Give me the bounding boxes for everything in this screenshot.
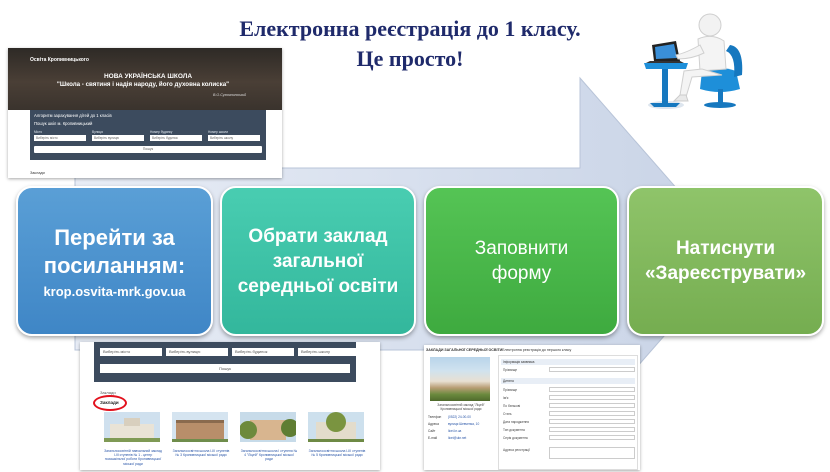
school-photo (172, 412, 228, 442)
hero-quote: "Школа - святиня і надія народу, його ду… (56, 81, 230, 88)
website-screenshot-home: Освіта Кропивницького НОВА УКРАЇНСЬКА ШК… (8, 48, 282, 178)
form-input[interactable] (549, 403, 635, 408)
info-label: Телефон (428, 415, 442, 419)
form-section-child: Дитина (501, 378, 635, 384)
school-photo (430, 357, 490, 401)
step-3-fill-form: Заповнити форму (424, 186, 619, 336)
info-value: (0522) 24-00-00 (448, 415, 471, 419)
step-1-url-link[interactable]: krop.osvita-mrk.gov.ua (43, 284, 185, 299)
school-section-header: ЗАКЛАДИ ЗАГАЛЬНОЇ СЕРЕДНЬОЇ ОСВІТИ (426, 348, 503, 352)
title-line-1: Електронна реєстрація до 1 класу. (239, 16, 581, 41)
search-button[interactable]: Пошук (34, 146, 262, 153)
school-card[interactable]: Загальноосвітня школа І-ІІІ ступенів № 3… (172, 412, 230, 457)
school-card[interactable]: Загальноосвітня школа І-ІІІ ступенів № 5… (308, 412, 366, 457)
form-section-applicant: Інформація заявника (501, 359, 635, 365)
street-select[interactable]: Виберіть вулицю (92, 135, 144, 141)
school-name[interactable]: Загальноосвітня школа І-ІІІ ступенів № 3… (172, 449, 230, 457)
form-label: Адреса реєстрації (503, 448, 530, 452)
site-name[interactable]: Освіта Кропивницького (30, 57, 89, 63)
website-screenshot-schools: Виберіть місто Виберіть вулицю Виберіть … (80, 342, 380, 470)
school-name[interactable]: Загальноосвітній навчальний заклад І-ІІІ… (104, 449, 162, 466)
form-select[interactable] (549, 427, 635, 432)
form-input[interactable] (549, 387, 635, 392)
school-select[interactable]: Виберіть школу (208, 135, 260, 141)
school-filter-label: Номер школи (208, 130, 229, 134)
hero-banner: Освіта Кропивницького НОВА УКРАЇНСЬКА ШК… (8, 48, 282, 110)
hero-title: НОВА УКРАЇНСЬКА ШКОЛА (103, 73, 193, 80)
info-label: Адреса (428, 422, 439, 426)
step-3-title: Заповнити форму (474, 238, 569, 284)
house-select[interactable]: Виберіть будинок (232, 348, 294, 356)
panel-header[interactable]: Алгоритм зарахування дітей до 1 класів (34, 113, 112, 118)
highlight-circle (93, 395, 127, 411)
info-value[interactable]: licei.kr.ua (448, 429, 461, 433)
website-screenshot-form: ЗАКЛАДИ ЗАГАЛЬНОЇ СЕРЕДНЬОЇ ОСВІТИ Елект… (424, 345, 640, 470)
form-label: Прізвище (503, 388, 518, 392)
step-4-press-register: Натиснути «Зареєструвати» (627, 186, 824, 336)
institutions-label: Заклади (30, 171, 45, 175)
house-filter-label: Номер будинку (150, 130, 173, 134)
form-label: По батькові (503, 404, 521, 408)
form-label: Прізвище (503, 368, 518, 372)
info-value: вулиця Шевченка, 10 (448, 422, 480, 426)
registration-form: Інформація заявника Прізвище Дитина Пріз… (498, 355, 638, 470)
panel-subheader: Пошук шкіл м. Кропивницький (34, 121, 93, 126)
form-select[interactable] (549, 411, 635, 416)
form-input[interactable] (549, 367, 635, 372)
school-name[interactable]: Загальноосвітня школа І ступеня № 4 "Ліц… (240, 449, 298, 462)
hero-signature: В.О.Сухомлинський (213, 93, 247, 97)
step-4-title-line-1: Натиснути (675, 238, 776, 259)
step-1-title-line-2: посиланням: (43, 252, 186, 278)
step-1-follow-link: Перейти за посиланням: krop.osvita-mrk.g… (16, 186, 213, 336)
school-photo (308, 412, 364, 442)
school-search-panel: Алгоритм зарахування дітей до 1 класів П… (30, 110, 266, 160)
house-select[interactable]: Виберіть будинок (150, 135, 202, 141)
form-textarea[interactable] (549, 447, 635, 459)
school-name[interactable]: Загальноосвітня школа І-ІІІ ступенів № 5… (308, 449, 366, 457)
form-input[interactable] (549, 435, 635, 440)
step-1-title-line-1: Перейти за (54, 224, 175, 250)
city-filter-label: Місто (34, 130, 43, 134)
search-button[interactable]: Пошук (100, 364, 350, 373)
school-search-panel: Виберіть місто Виберіть вулицю Виберіть … (94, 342, 360, 382)
school-card[interactable]: Загальноосвітня школа І ступеня № 4 "Ліц… (239, 412, 299, 462)
school-photo (239, 412, 299, 442)
school-select[interactable]: Виберіть школу (298, 348, 360, 356)
form-input[interactable] (549, 395, 635, 400)
info-label: Сайт (428, 429, 436, 433)
form-label: Дата народження (503, 420, 529, 424)
school-caption: Загальноосвітній заклад "Ліцей" Кропивни… (437, 403, 485, 411)
street-select[interactable]: Виберіть вулицю (166, 348, 228, 356)
step-2-choose-school: Обрати заклад загальної середньої освіти (220, 186, 416, 336)
form-date-input[interactable] (549, 419, 635, 424)
street-filter-label: Вулиця (92, 130, 103, 134)
form-label: Стать (503, 412, 512, 416)
form-header: Електронна реєстрація до першого класу (502, 348, 572, 352)
step-2-title: Обрати заклад загальної середньої освіти (237, 225, 399, 297)
city-select[interactable]: Виберіть місто (100, 348, 162, 356)
city-select[interactable]: Виберіть місто (34, 135, 86, 141)
form-label: Тип документа (503, 428, 525, 432)
form-label: Серія документа (503, 436, 528, 440)
school-photo (104, 412, 160, 442)
info-value[interactable]: licei@ukr.net (448, 436, 466, 440)
form-label: Ім'я (503, 396, 509, 400)
info-label: E-mail (428, 436, 438, 440)
school-card[interactable]: Загальноосвітній навчальний заклад І-ІІІ… (104, 412, 162, 466)
step-4-title-line-2: «Зареєструвати» (644, 263, 807, 284)
person-with-laptop-icon (644, 13, 743, 109)
